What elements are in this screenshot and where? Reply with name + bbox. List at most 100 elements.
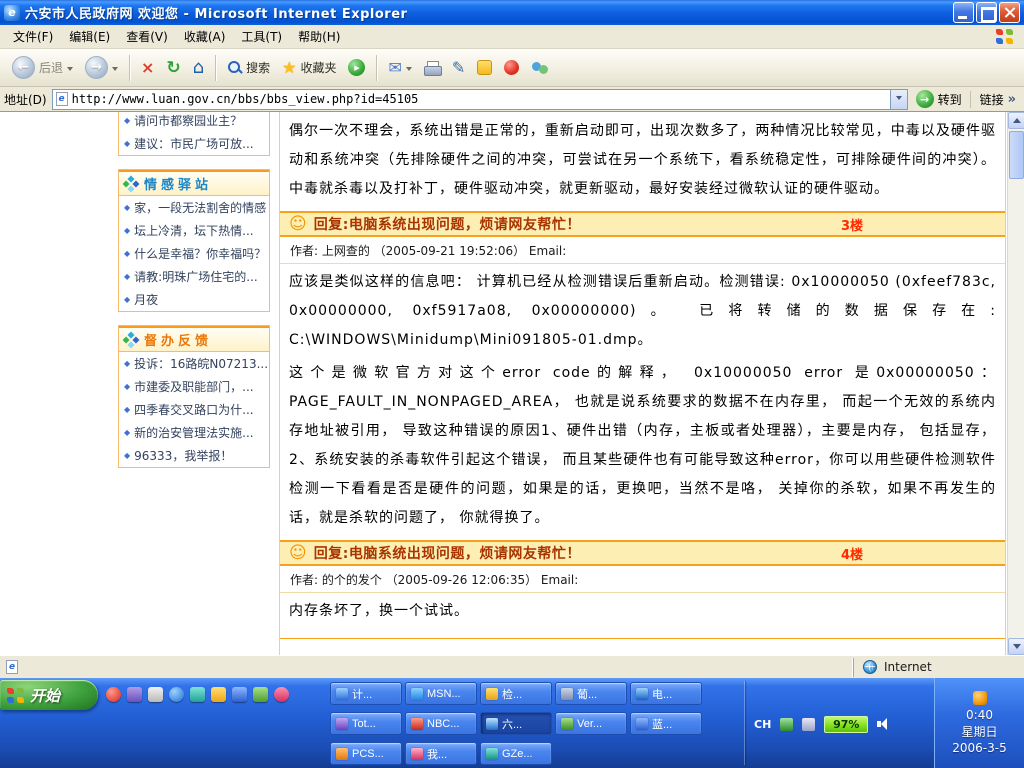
- stop-button[interactable]: ×: [135, 52, 160, 84]
- print-button[interactable]: [418, 52, 446, 84]
- refresh-button[interactable]: ↻: [160, 52, 186, 84]
- messenger-button[interactable]: [471, 52, 498, 84]
- search-button[interactable]: 搜索: [221, 52, 276, 84]
- toolbar: ← 后退 → × ↻ ⌂ 搜索 ★ 收藏夹 ▶: [0, 49, 1024, 87]
- quicklaunch-icon-9[interactable]: [274, 687, 289, 702]
- qq-icon: [504, 60, 519, 75]
- sidebar-item[interactable]: ◆ 请问市都察园业主？: [119, 112, 269, 132]
- tray-icon-2[interactable]: [802, 718, 815, 731]
- sidebar-box-top: ◆ 请问市都察园业主？ ◆ 建议：市民广场可放...: [118, 112, 270, 156]
- task-button-icon: [411, 688, 423, 700]
- status-bar: e Internet: [0, 655, 1024, 678]
- start-button[interactable]: 开始: [0, 680, 98, 710]
- forward-dropdown-icon: [112, 67, 118, 74]
- menu-tools[interactable]: 工具(T): [233, 24, 290, 49]
- tray-icon-1[interactable]: [780, 718, 793, 731]
- favorites-button[interactable]: ★ 收藏夹: [276, 52, 342, 84]
- sidebar-item[interactable]: ◆ 月夜: [119, 288, 269, 311]
- sidebar-item[interactable]: ◆ 坛上冷清，坛下热情...: [119, 219, 269, 242]
- address-label: 地址(D): [4, 91, 47, 108]
- document-icon: e: [6, 660, 18, 674]
- qq-button[interactable]: [498, 52, 525, 84]
- sidebar-item[interactable]: ◆ 市建委及职能部门，...: [119, 375, 269, 398]
- tray-alert-icon[interactable]: [973, 691, 987, 705]
- task-button-active[interactable]: 六...: [480, 712, 552, 735]
- close-button[interactable]: [999, 2, 1020, 23]
- people-icon: [531, 60, 549, 75]
- quicklaunch-icon-1[interactable]: [106, 687, 121, 702]
- menu-help[interactable]: 帮助(H): [290, 24, 348, 49]
- back-button[interactable]: ← 后退: [6, 52, 79, 84]
- sidebar-item[interactable]: ◆ 什么是幸福？你幸福吗？: [119, 242, 269, 265]
- address-dropdown-button[interactable]: [890, 90, 907, 109]
- sidebar-item[interactable]: ◆ 建议：市民广场可放...: [119, 132, 269, 155]
- sidebar-item[interactable]: ◆ 投诉：16路皖N07213...: [119, 352, 269, 375]
- print-icon: [424, 61, 440, 75]
- reply-title: 回复:电脑系统出现问题，烦请网友帮忙！: [314, 543, 581, 563]
- task-button[interactable]: GZe...: [480, 742, 552, 765]
- smiley-icon: ☺: [289, 216, 307, 233]
- task-button[interactable]: 蓝...: [630, 712, 702, 735]
- task-button[interactable]: 电...: [630, 682, 702, 705]
- sidebar-item[interactable]: ◆ 请教:明珠广场住宅的...: [119, 265, 269, 288]
- task-button[interactable]: NBC...: [405, 712, 477, 735]
- taskbar: 开始 计... MSN... 检... 葡... 电... Tot... NBC…: [0, 678, 1024, 768]
- task-button[interactable]: 葡...: [555, 682, 627, 705]
- go-button[interactable]: → 转到: [913, 90, 965, 108]
- mail-button[interactable]: ✉: [382, 52, 417, 84]
- home-button[interactable]: ⌂: [187, 52, 210, 84]
- quick-launch-bar: [106, 687, 289, 702]
- language-indicator[interactable]: CH: [754, 718, 771, 731]
- task-button[interactable]: Ver...: [555, 712, 627, 735]
- minimize-button[interactable]: [953, 2, 974, 23]
- media-button[interactable]: ▶: [342, 52, 371, 84]
- clock-panel[interactable]: 0:40 星期日 2006-3-5: [934, 678, 1024, 768]
- task-button-icon: [561, 688, 573, 700]
- sidebar-item[interactable]: ◆ 四季春交叉路口为什...: [119, 398, 269, 421]
- task-button[interactable]: MSN...: [405, 682, 477, 705]
- system-tray: CH 97%: [754, 715, 890, 733]
- quicklaunch-icon-5[interactable]: [190, 687, 205, 702]
- quicklaunch-icon-2[interactable]: [127, 687, 142, 702]
- quicklaunch-icon-7[interactable]: [232, 687, 247, 702]
- quicklaunch-icon-6[interactable]: [211, 687, 226, 702]
- zone-label: Internet: [884, 660, 932, 674]
- sidebar-item[interactable]: ◆ 家，一段无法割舍的情感: [119, 196, 269, 219]
- toolbar-separator: [129, 55, 130, 81]
- volume-icon[interactable]: [877, 718, 890, 730]
- menu-file[interactable]: 文件(F): [5, 24, 61, 49]
- sidebar-item[interactable]: ◆ 96333，我举报！: [119, 444, 269, 467]
- task-button-icon: [636, 688, 648, 700]
- ie-logo-icon: e: [4, 5, 20, 21]
- links-button[interactable]: 链接 »: [970, 91, 1020, 108]
- sidebar-item[interactable]: ◆ 新的治安管理法实施...: [119, 421, 269, 444]
- edit-button[interactable]: ✎: [446, 52, 471, 84]
- quicklaunch-icon-3[interactable]: [148, 687, 163, 702]
- scroll-up-button[interactable]: [1008, 112, 1024, 129]
- forward-button[interactable]: →: [79, 52, 124, 84]
- task-button-icon: [336, 688, 348, 700]
- page-icon: e: [56, 92, 68, 106]
- forum-thread: 偶尔一次不理会，系统出错是正常的，重新启动即可，出现次数多了，两种情况比较常见，…: [279, 112, 1006, 655]
- vertical-scrollbar[interactable]: [1007, 112, 1024, 655]
- maximize-button[interactable]: [976, 2, 997, 23]
- back-dropdown-icon: [67, 67, 73, 74]
- netmeeting-button[interactable]: [525, 52, 555, 84]
- battery-indicator[interactable]: 97%: [824, 716, 868, 733]
- menu-edit[interactable]: 编辑(E): [61, 24, 118, 49]
- address-input[interactable]: [68, 91, 890, 108]
- bullet-icon: ◆: [124, 428, 130, 437]
- forward-icon: →: [85, 56, 108, 79]
- menu-favorites[interactable]: 收藏(A): [176, 24, 234, 49]
- quicklaunch-icon-4[interactable]: [169, 687, 184, 702]
- task-button[interactable]: 我...: [405, 742, 477, 765]
- task-button[interactable]: PCS...: [330, 742, 402, 765]
- task-button[interactable]: 检...: [480, 682, 552, 705]
- quicklaunch-icon-8[interactable]: [253, 687, 268, 702]
- scrollbar-thumb[interactable]: [1009, 131, 1024, 179]
- task-button[interactable]: 计...: [330, 682, 402, 705]
- task-button[interactable]: Tot...: [330, 712, 402, 735]
- scroll-down-button[interactable]: [1008, 638, 1024, 655]
- menu-view[interactable]: 查看(V): [118, 24, 176, 49]
- task-button-icon: [486, 688, 498, 700]
